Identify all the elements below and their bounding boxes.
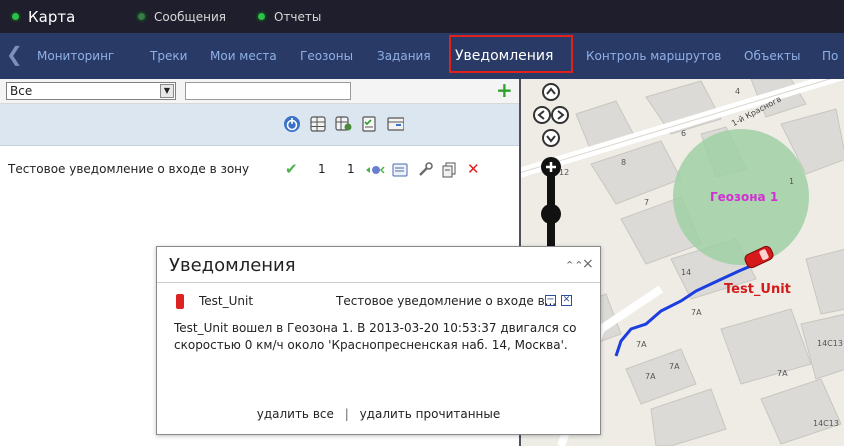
copy-icon[interactable]: [441, 162, 457, 178]
house-number-label: 7А: [777, 369, 788, 378]
close-icon[interactable]: ×: [582, 256, 594, 272]
tab-messages[interactable]: Сообщения: [138, 0, 226, 33]
pan-down-icon[interactable]: [542, 129, 560, 147]
edit-text-icon[interactable]: [392, 162, 410, 178]
nav-item-monitoring[interactable]: Мониторинг: [37, 33, 114, 79]
notifications-popup: Уведомления ⌃⌃ × Test_Unit Тестовое увед…: [156, 246, 601, 435]
tab-map[interactable]: Карта: [12, 0, 75, 33]
house-number-label: 7А: [691, 308, 702, 317]
table-settings-icon[interactable]: [334, 115, 352, 133]
search-input[interactable]: [185, 82, 351, 100]
house-number-label: 7А: [645, 372, 656, 381]
collapse-icon[interactable]: ⌃⌃: [565, 259, 583, 272]
unit-label[interactable]: Test_Unit: [724, 282, 791, 297]
popup-header[interactable]: Уведомления ⌃⌃ ×: [157, 247, 600, 283]
wrench-icon[interactable]: [417, 162, 435, 178]
filter-select[interactable]: Все ▼: [6, 82, 176, 100]
nav-back-chevron-icon[interactable]: ❮: [6, 43, 28, 65]
filter-select-value: Все: [10, 84, 33, 98]
nav-item-tasks[interactable]: Задания: [377, 33, 431, 79]
geozone-trigger-icon[interactable]: [364, 162, 386, 178]
house-number-label: 8: [621, 158, 626, 167]
geozone-label: Геозона 1: [710, 190, 778, 204]
house-number-label: 7А: [669, 362, 680, 371]
list-item[interactable]: Тестовое уведомление о входе в зону ✔ 1 …: [0, 159, 519, 181]
tab-reports-label: Отчеты: [274, 9, 322, 24]
house-number-label: 12: [559, 168, 569, 177]
top-bar: Карта Сообщения Отчеты: [0, 0, 844, 33]
notification-count-b: 1: [347, 162, 355, 176]
notification-name: Тестовое уведомление о входе в зону: [8, 162, 250, 176]
remove-message-icon[interactable]: ✕: [561, 295, 572, 306]
popup-message-text: Test_Unit вошел в Геозона 1. В 2013-03-2…: [174, 321, 577, 352]
delete-read-link[interactable]: удалить прочитанные: [360, 407, 501, 421]
nav-item-tracks[interactable]: Треки: [150, 33, 187, 79]
power-icon[interactable]: [283, 115, 301, 133]
nav-item-geozones[interactable]: Геозоны: [300, 33, 353, 79]
popup-unit-name[interactable]: Test_Unit: [199, 294, 253, 308]
house-number-label: 7А: [636, 340, 647, 349]
panel-toolbar: [0, 104, 519, 146]
house-number-label: 1: [789, 177, 794, 186]
unit-marker-icon: [176, 294, 184, 309]
mark-read-icon[interactable]: −: [545, 295, 556, 306]
status-dot-icon: [12, 13, 19, 20]
export-icon[interactable]: [386, 115, 404, 133]
footer-separator: |: [344, 407, 349, 421]
house-number-label: 14: [681, 268, 691, 277]
enabled-check-icon[interactable]: ✔: [285, 160, 298, 178]
pan-left-icon[interactable]: [533, 106, 551, 124]
nav-bar: ❮ Мониторинг Треки Мои места Геозоны Зад…: [0, 33, 844, 79]
filter-row: Все ▼ +: [0, 79, 519, 104]
active-nav-highlight: [449, 35, 573, 73]
tab-messages-label: Сообщения: [154, 9, 227, 24]
house-number-label: 14С13: [813, 419, 839, 428]
tab-reports[interactable]: Отчеты: [258, 0, 321, 33]
popup-title: Уведомления: [169, 255, 296, 276]
zoom-slider-handle[interactable]: [541, 204, 561, 224]
nav-item-more[interactable]: По: [822, 33, 838, 79]
nav-item-my-places[interactable]: Мои места: [210, 33, 277, 79]
status-dot-icon: [258, 13, 265, 20]
pan-right-icon[interactable]: [551, 106, 569, 124]
popup-notification-preview: Тестовое уведомление о входе в...: [336, 294, 557, 308]
house-number-label: 7: [644, 198, 649, 207]
tab-map-label: Карта: [28, 7, 76, 26]
nav-item-objects[interactable]: Объекты: [744, 33, 800, 79]
chevron-down-icon[interactable]: ▼: [160, 84, 174, 98]
checklist-icon[interactable]: [360, 115, 378, 133]
status-dot-icon: [138, 13, 145, 20]
table-icon[interactable]: [309, 115, 327, 133]
notification-count-a: 1: [318, 162, 326, 176]
map-pan-control[interactable]: [533, 83, 569, 147]
nav-item-route-control[interactable]: Контроль маршрутов: [586, 33, 721, 79]
add-notification-button[interactable]: +: [496, 80, 513, 100]
popup-footer: удалить все | удалить прочитанные: [157, 407, 600, 421]
delete-icon[interactable]: ✕: [467, 160, 480, 178]
house-number-label: 14С13: [817, 339, 843, 348]
pan-up-icon[interactable]: [542, 83, 560, 101]
delete-all-link[interactable]: удалить все: [257, 407, 334, 421]
house-number-label: 4: [735, 87, 740, 96]
house-number-label: 6: [681, 129, 686, 138]
